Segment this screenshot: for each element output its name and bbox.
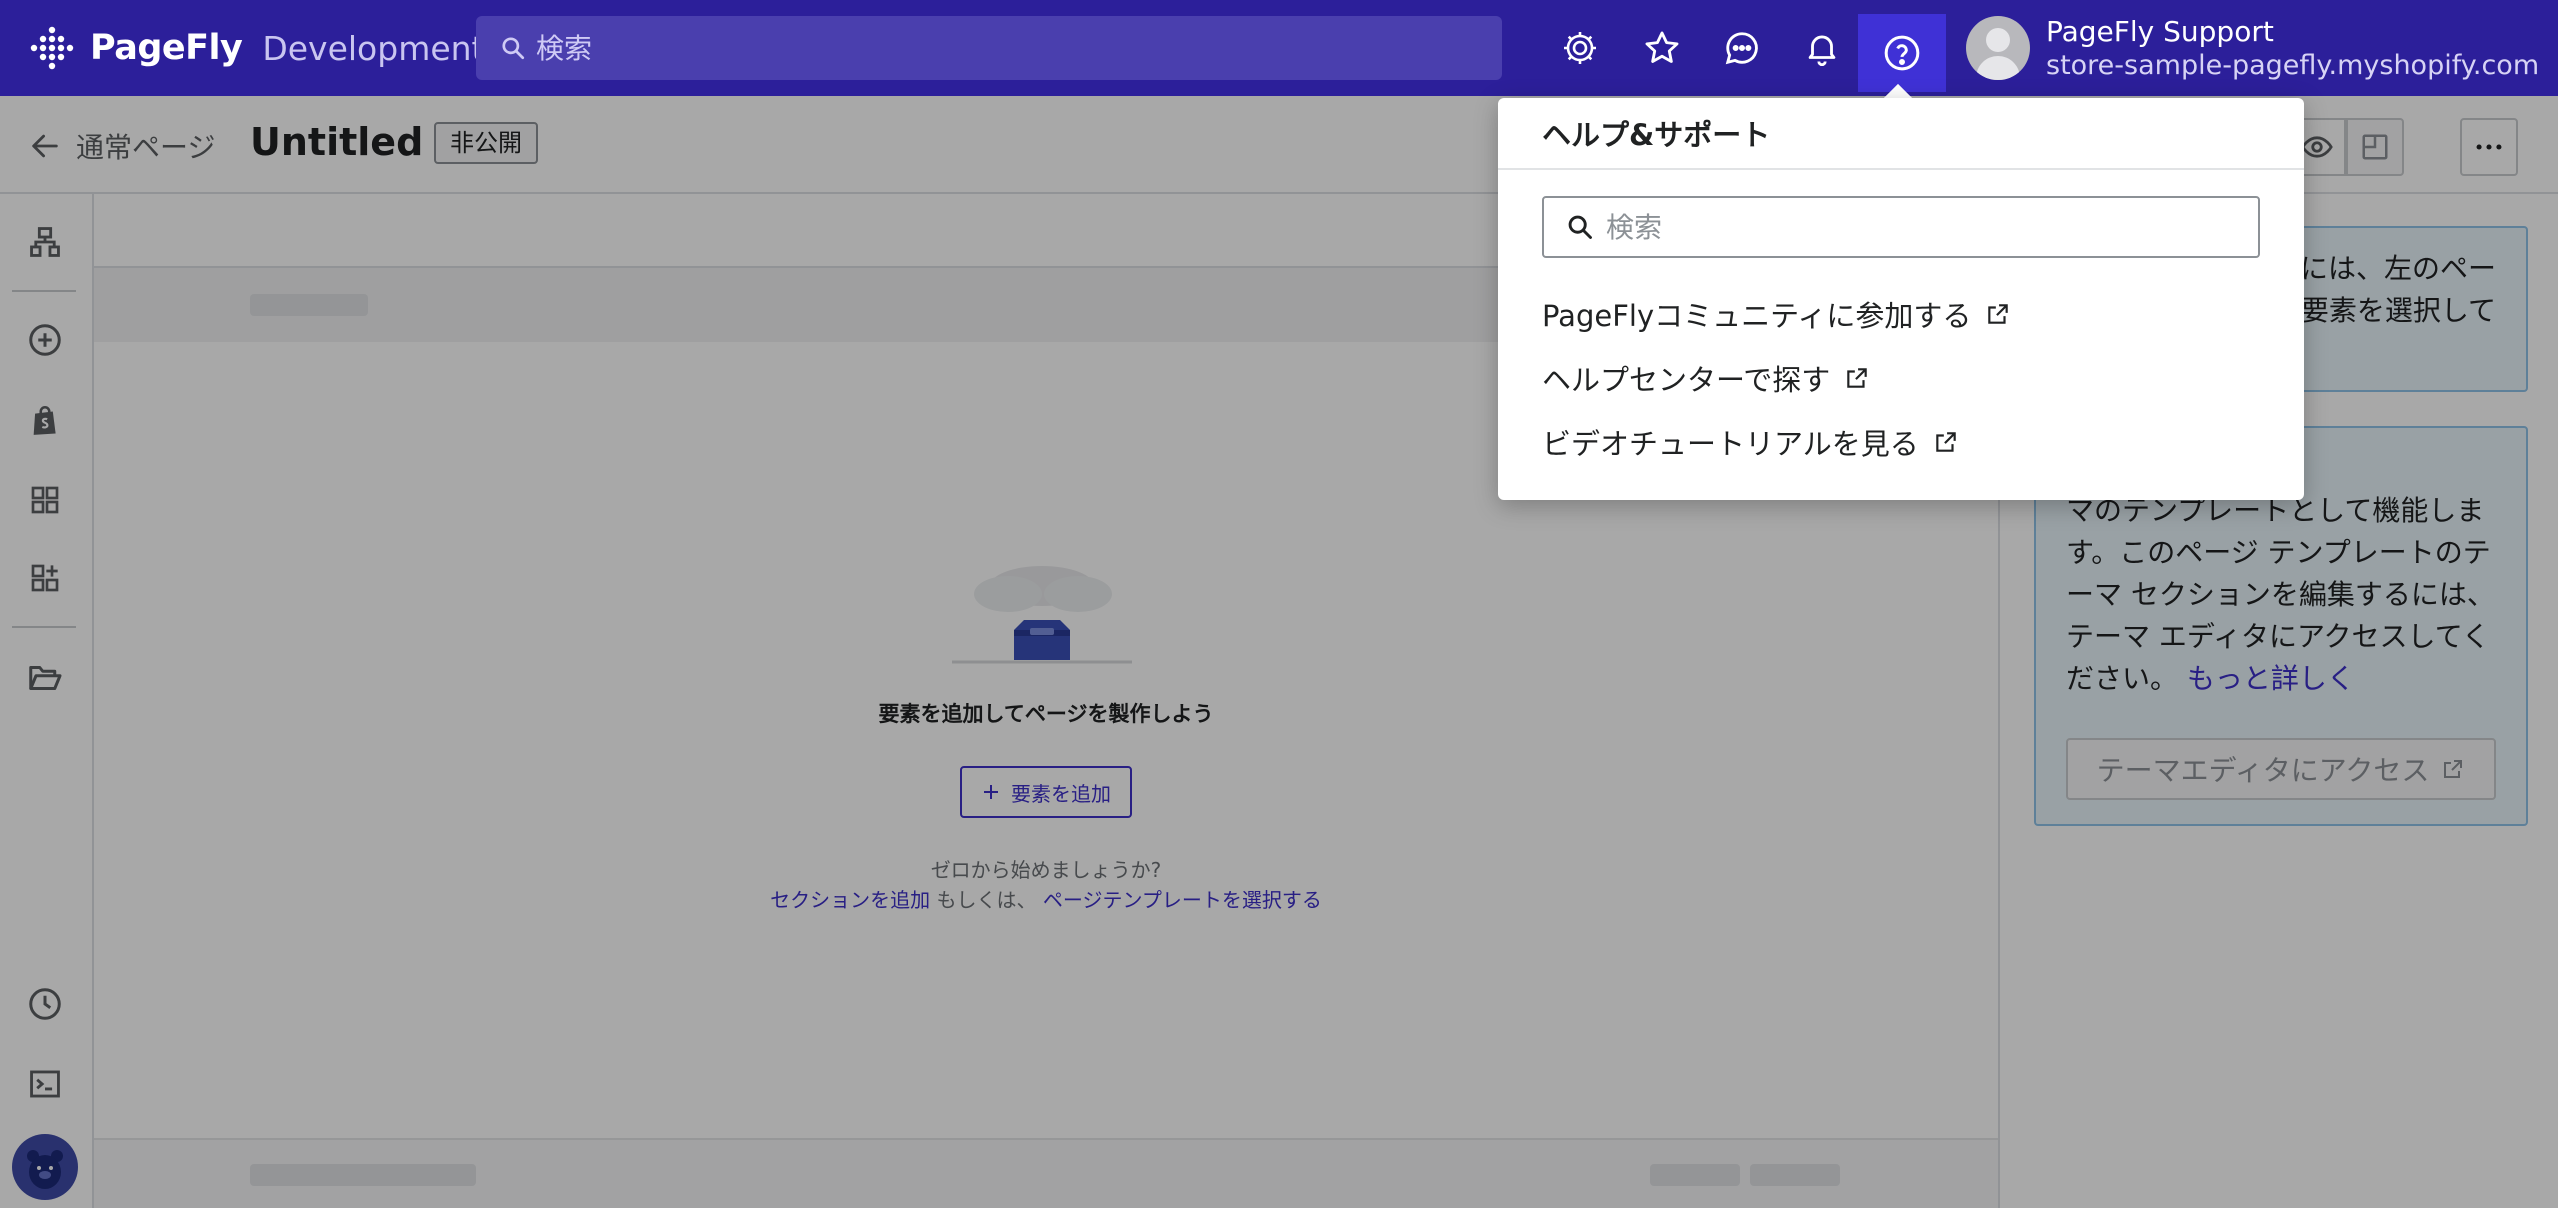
- brand-name: PageFly: [90, 28, 243, 68]
- help-link-label: ヘルプセンターで探す: [1542, 363, 1831, 397]
- favorites-button[interactable]: [1634, 20, 1690, 76]
- gear-icon: [1564, 32, 1596, 64]
- app-logo[interactable]: PageFly Development: [28, 24, 485, 72]
- help-popover-title: ヘルプ&サポート: [1542, 118, 1771, 152]
- help-link-community[interactable]: PageFlyコミュニティに参加する: [1542, 294, 2011, 334]
- external-link-icon: [1935, 432, 1956, 452]
- help-popover-header: ヘルプ&サポート: [1498, 98, 2304, 170]
- search-icon: [1568, 215, 1592, 239]
- pagefly-logo-icon: [30, 26, 74, 70]
- chat-icon: [1725, 32, 1758, 65]
- external-link-icon: [1988, 304, 2009, 324]
- external-link-icon: [1847, 368, 1868, 388]
- store-domain: store-sample-pagefly.myshopify.com: [2046, 50, 2540, 81]
- help-link-label: PageFlyコミュニティに参加する: [1542, 299, 1972, 333]
- global-search[interactable]: [476, 16, 1502, 80]
- settings-button[interactable]: [1552, 20, 1608, 76]
- environment-label: Development: [262, 28, 485, 68]
- help-link-label: ビデオチュートリアルを見る: [1542, 427, 1919, 461]
- bell-icon: [1808, 35, 1836, 66]
- question-mark-icon: [1884, 35, 1920, 71]
- star-icon: [1645, 31, 1679, 63]
- help-link-video-tutorials[interactable]: ビデオチュートリアルを見る: [1542, 422, 1959, 462]
- global-search-input[interactable]: [536, 31, 1436, 65]
- top-bar: PageFly Development PageFly Support stor…: [0, 0, 2558, 96]
- search-icon: [502, 37, 525, 60]
- help-popover: ヘルプ&サポート PageFlyコミュニティに参加する ヘルプセンターで探す ビ…: [1498, 98, 2304, 500]
- notifications-button[interactable]: [1794, 20, 1850, 76]
- help-button[interactable]: [1858, 14, 1946, 92]
- chat-button[interactable]: [1714, 20, 1770, 76]
- avatar: [1966, 16, 2030, 80]
- account-name: PageFly Support: [2046, 15, 2274, 48]
- account-menu[interactable]: PageFly Support store-sample-pagefly.mys…: [1966, 14, 2539, 82]
- help-link-help-center[interactable]: ヘルプセンターで探す: [1542, 358, 1870, 398]
- help-search[interactable]: [1542, 196, 2260, 258]
- help-search-input[interactable]: [1606, 210, 2246, 244]
